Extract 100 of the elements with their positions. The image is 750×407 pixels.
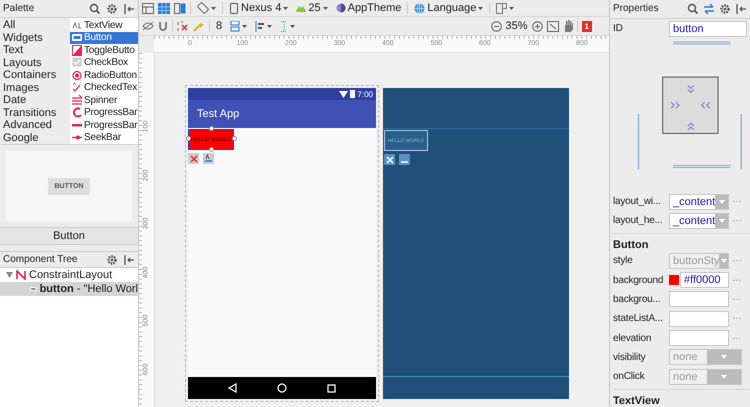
- category-item[interactable]: Advanced: [0, 119, 70, 132]
- pin-icon[interactable]: [123, 2, 135, 14]
- api-dropdown[interactable]: 25: [294, 2, 330, 14]
- align-icon: [255, 20, 266, 32]
- delete-constraint-icon[interactable]: [384, 154, 395, 165]
- clear-constraints-icon[interactable]: [177, 20, 189, 32]
- pack-icon: [230, 20, 240, 32]
- category-item[interactable]: Date: [0, 94, 70, 106]
- dropdown[interactable]: _content: [669, 212, 729, 229]
- split-view-icon[interactable]: [174, 2, 186, 14]
- widget-item[interactable]: ToggleButto: [70, 44, 138, 56]
- recents-icon[interactable]: [327, 384, 336, 392]
- category-item[interactable]: Google: [0, 132, 70, 144]
- caret-icon: [721, 355, 727, 360]
- id-field[interactable]: button: [669, 20, 747, 37]
- widget-item[interactable]: CheckBox: [70, 56, 138, 69]
- category-item[interactable]: Transitions: [0, 106, 70, 119]
- caret-icon: [211, 6, 216, 10]
- widget-item[interactable]: Spinner: [70, 94, 138, 106]
- design-view-icon[interactable]: [142, 2, 154, 14]
- pin-icon[interactable]: [735, 2, 747, 15]
- back-icon[interactable]: [228, 383, 237, 393]
- baseline-icon[interactable]: [399, 154, 410, 165]
- blueprint-view-icon[interactable]: [158, 2, 170, 14]
- home-icon[interactable]: [277, 383, 287, 393]
- theme-button[interactable]: AppTheme: [334, 2, 404, 14]
- expand-icon[interactable]: [6, 272, 13, 278]
- property-label: layout_wi...: [613, 196, 662, 208]
- caret-icon: [720, 258, 727, 263]
- search-icon[interactable]: [89, 2, 101, 14]
- fit-screen-icon[interactable]: [546, 20, 559, 32]
- category-item[interactable]: Images: [0, 82, 70, 94]
- widget-item[interactable]: ProgressBar: [70, 119, 138, 132]
- input-field[interactable]: [669, 310, 729, 327]
- input-field[interactable]: [669, 291, 729, 308]
- property-label: ID: [613, 23, 624, 34]
- app-bar-title: Test App: [188, 100, 376, 128]
- color-field[interactable]: #ff0000: [680, 272, 729, 288]
- caret-icon: [718, 218, 725, 223]
- magnet-icon[interactable]: [158, 20, 168, 32]
- orientation-button[interactable]: [195, 2, 218, 14]
- delete-constraint-icon[interactable]: [188, 153, 199, 164]
- settings-icon[interactable]: [719, 2, 731, 15]
- widget-item[interactable]: SeekBar: [70, 132, 138, 144]
- align-button[interactable]: [253, 20, 274, 32]
- wifi-icon: [339, 90, 348, 98]
- settings-icon[interactable]: [106, 254, 118, 266]
- margin-button[interactable]: 8: [214, 20, 224, 32]
- resize-handle[interactable]: [232, 136, 237, 141]
- device-dropdown[interactable]: Nexus 4: [227, 2, 290, 14]
- resize-handle[interactable]: [186, 136, 191, 141]
- eye-icon[interactable]: [142, 21, 154, 31]
- category-item[interactable]: Containers: [0, 69, 70, 82]
- dropdown[interactable]: _content: [669, 194, 729, 210]
- widget-item[interactable]: ProgressBar: [70, 106, 138, 119]
- widget-item[interactable]: Button: [70, 32, 138, 44]
- caret-icon: [322, 6, 328, 10]
- input-field[interactable]: [669, 330, 729, 346]
- issues-badge[interactable]: 1: [582, 20, 592, 32]
- search-icon[interactable]: [687, 2, 699, 15]
- caret-icon: [283, 6, 288, 10]
- baseline-icon[interactable]: [203, 153, 214, 164]
- property-label: onClick: [613, 371, 646, 382]
- panel-title: Component Tree: [3, 254, 78, 265]
- language-dropdown[interactable]: Language: [412, 2, 486, 14]
- category-item[interactable]: Text: [0, 44, 70, 56]
- zoom-level: 35%: [506, 20, 528, 32]
- property-label: layout_he...: [613, 215, 664, 226]
- rotate-icon: [197, 2, 209, 14]
- resize-handle[interactable]: [209, 126, 214, 131]
- tree-item[interactable]: button - "Hello Worl: [0, 282, 138, 296]
- caret-icon: [721, 374, 727, 379]
- swap-icon[interactable]: [703, 2, 715, 15]
- category-item[interactable]: Layouts: [0, 56, 70, 69]
- caret-icon: [718, 200, 725, 204]
- property-label: visibility: [613, 352, 646, 363]
- zoom-out-icon[interactable]: [490, 20, 502, 32]
- layout-icon: [16, 270, 26, 280]
- phone-icon: [229, 2, 239, 14]
- pin-icon[interactable]: [123, 254, 135, 266]
- tree-item[interactable]: ConstraintLayout: [0, 268, 138, 282]
- guideline-button[interactable]: [278, 20, 298, 32]
- panel-title: Palette: [3, 3, 36, 14]
- hand-icon[interactable]: [562, 20, 573, 32]
- property-label: backgrou...: [613, 294, 662, 305]
- caret-icon: [509, 6, 514, 10]
- property-label: elevation: [613, 332, 652, 344]
- widget-item[interactable]: CheckedTex: [70, 82, 138, 94]
- widget-item[interactable]: RadioButton: [70, 69, 138, 82]
- widget-item[interactable]: TextView: [70, 19, 138, 32]
- zoom-in-icon[interactable]: [532, 20, 543, 32]
- resize-handle[interactable]: [209, 147, 214, 152]
- category-item[interactable]: All: [0, 19, 70, 32]
- layout-icon: [496, 2, 508, 14]
- layout-variants-button[interactable]: [494, 2, 516, 14]
- caret-icon: [242, 24, 248, 28]
- settings-icon[interactable]: [106, 2, 118, 14]
- color-swatch[interactable]: [669, 275, 679, 286]
- pack-button[interactable]: [228, 20, 250, 32]
- category-item[interactable]: Widgets: [0, 32, 70, 44]
